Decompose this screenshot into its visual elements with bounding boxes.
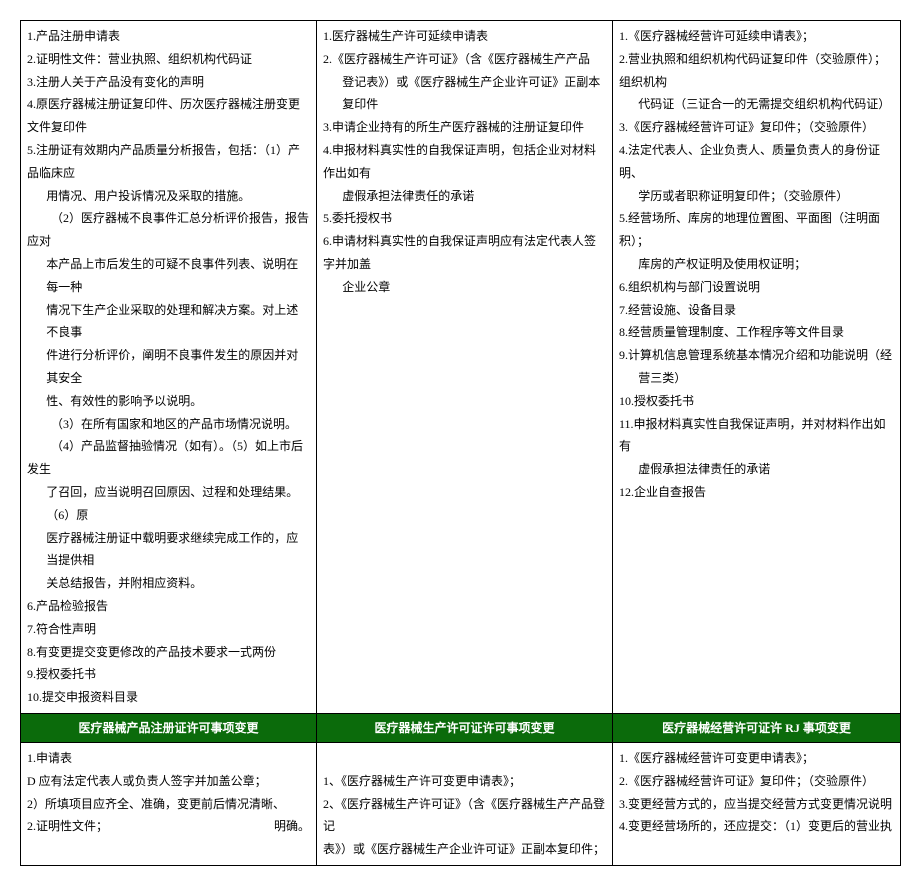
text-line: 12.企业自查报告	[619, 485, 706, 499]
text-line: 6.组织机构与部门设置说明	[619, 280, 760, 294]
text-line: 6.申请材料真实性的自我保证声明应有法定代表人签字并加盖	[323, 234, 596, 271]
text-line: 1.申请表	[27, 751, 72, 765]
table-row: 1.产品注册申请表 2.证明性文件：营业执照、组织机构代码证 3.注册人关于产品…	[21, 21, 901, 714]
cell-production-change: 1、《医疗器械生产许可变更申请表》； 2、《医疗器械生产许可证》（含《医疗器械生…	[317, 742, 613, 865]
text-line: 关总结报告，并附相应资料。	[27, 572, 310, 595]
text-line: 10.授权委托书	[619, 394, 694, 408]
text-line: 3.申请企业持有的所生产医疗器械的注册证复印件	[323, 120, 584, 134]
text-line: （2）医疗器械不良事件汇总分析评价报告，报告应对	[27, 207, 310, 253]
header-operation-change: 医疗器械经营许可证许 RJ 事项变更	[613, 713, 901, 742]
text-line: 虚假承担法律责任的承诺	[619, 458, 894, 481]
text-line: 企业公章	[323, 276, 606, 299]
header-registration-change: 医疗器械产品注册证许可事项变更	[21, 713, 317, 742]
text-line: 1.《医疗器械经营许可延续申请表》；	[619, 29, 814, 43]
text-line: 5.注册证有效期内产品质量分析报告，包括：（1）产品临床应	[27, 143, 300, 180]
text-line: 5.委托授权书	[323, 211, 392, 225]
cell-registration-renewal: 1.产品注册申请表 2.证明性文件：营业执照、组织机构代码证 3.注册人关于产品…	[21, 21, 317, 714]
text-line: 2）所填项目应齐全、准确，变更前后情况清晰、	[27, 797, 285, 811]
text-line: 11.申报材料真实性自我保证声明，并对材料作出如有	[619, 417, 886, 454]
text-line: 6.产品检验报告	[27, 599, 108, 613]
text-line: 虚假承担法律责任的承诺	[323, 185, 606, 208]
document-table: 1.产品注册申请表 2.证明性文件：营业执照、组织机构代码证 3.注册人关于产品…	[20, 20, 901, 866]
text-line: 1.医疗器械生产许可延续申请表	[323, 29, 488, 43]
text-line: （4）产品监督抽验情况（如有）。（5）如上市后发生	[27, 435, 310, 481]
text-line: 4.原医疗器械注册证复印件、历次医疗器械注册变更文件复印件	[27, 97, 300, 134]
text-line: 2、《医疗器械生产许可证》（含《医疗器械生产产品登记	[323, 797, 605, 834]
text-line: （3）在所有国家和地区的产品市场情况说明。	[27, 413, 310, 436]
text-line: 2.证明性文件；	[27, 815, 108, 838]
text-line: D 应有法定代表人或负责人签字并加盖公章；	[27, 774, 267, 788]
header-production-change: 医疗器械生产许可证许可事项变更	[317, 713, 613, 742]
text-line: 性、有效性的影响予以说明。	[27, 390, 310, 413]
text-line: 1.《医疗器械经营许可变更申请表》；	[619, 751, 814, 765]
text-line: 1、《医疗器械生产许可变更申请表》；	[323, 774, 521, 788]
table-row: 医疗器械产品注册证许可事项变更 医疗器械生产许可证许可事项变更 医疗器械经营许可…	[21, 713, 901, 742]
text-line: 学历或者职称证明复印件；（交验原件）	[619, 185, 894, 208]
text-line: 9.授权委托书	[27, 667, 96, 681]
text-line: 10.提交申报资料目录	[27, 690, 138, 704]
text-line: 8.经营质量管理制度、工作程序等文件目录	[619, 325, 844, 339]
text-line: 7.经营设施、设备目录	[619, 303, 736, 317]
text-line: 5.经营场所、库房的地理位置图、平面图（注明面积）；	[619, 211, 880, 248]
text-line: 2.证明性文件：营业执照、组织机构代码证	[27, 52, 252, 66]
cell-operation-license-renewal: 1.《医疗器械经营许可延续申请表》； 2.营业执照和组织机构代码证复印件（交验原…	[613, 21, 901, 714]
table-row: 1.申请表 D 应有法定代表人或负责人签字并加盖公章； 2）所填项目应齐全、准确…	[21, 742, 901, 865]
text-line: 营三类）	[619, 367, 894, 390]
text-line: 医疗器械注册证中载明要求继续完成工作的，应当提供相	[27, 527, 310, 573]
cell-operation-change: 1.《医疗器械经营许可变更申请表》； 2.《医疗器械经营许可证》复印件；（交验原…	[613, 742, 901, 865]
text-line: 2.《医疗器械生产许可证》（含《医疗器械生产产品	[323, 52, 590, 66]
text-line: 了召回，应当说明召回原因、过程和处理结果。（6）原	[27, 481, 310, 527]
text-line: 本产品上市后发生的可疑不良事件列表、说明在每一种	[27, 253, 310, 299]
text-line: 代码证（三证合一的无需提交组织机构代码证）	[619, 93, 894, 116]
text-line: 9.计算机信息管理系统基本情况介绍和功能说明（经	[619, 348, 892, 362]
text-line: 3.《医疗器械经营许可证》复印件；（交验原件）	[619, 120, 874, 134]
text-line: 4.变更经营场所的，还应提交：（1）变更后的营业执	[619, 819, 892, 833]
text-line: 3.注册人关于产品没有变化的声明	[27, 75, 204, 89]
text-line: 3.变更经营方式的，应当提交经营方式变更情况说明	[619, 797, 892, 811]
text-line: 1.产品注册申请表	[27, 29, 120, 43]
text-line: 2.《医疗器械经营许可证》复印件；（交验原件）	[619, 774, 874, 788]
text-line: 2.营业执照和组织机构代码证复印件（交验原件）；组织机构	[619, 52, 886, 89]
text-line: 情况下生产企业采取的处理和解决方案。对上述不良事	[27, 299, 310, 345]
text-line: 库房的产权证明及使用权证明；	[619, 253, 894, 276]
text-line: 明确。	[274, 815, 310, 838]
cell-registration-change: 1.申请表 D 应有法定代表人或负责人签字并加盖公章； 2）所填项目应齐全、准确…	[21, 742, 317, 865]
text-line: 登记表》）或《医疗器械生产企业许可证》正副本复印件	[323, 71, 606, 117]
text-line: 4.法定代表人、企业负责人、质量负责人的身份证明、	[619, 143, 880, 180]
text-line: 用情况、用户投诉情况及采取的措施。	[27, 185, 310, 208]
text-line: 4.申报材料真实性的自我保证声明，包括企业对材料作出如有	[323, 143, 596, 180]
text-line: 表》）或《医疗器械生产企业许可证》正副本复印件；	[323, 842, 605, 856]
text-line: 7.符合性声明	[27, 622, 96, 636]
text-line: 件进行分析评价，阐明不良事件发生的原因并对其安全	[27, 344, 310, 390]
cell-production-license-renewal: 1.医疗器械生产许可延续申请表 2.《医疗器械生产许可证》（含《医疗器械生产产品…	[317, 21, 613, 714]
text-line: 8.有变更提交变更修改的产品技术要求一式两份	[27, 645, 276, 659]
